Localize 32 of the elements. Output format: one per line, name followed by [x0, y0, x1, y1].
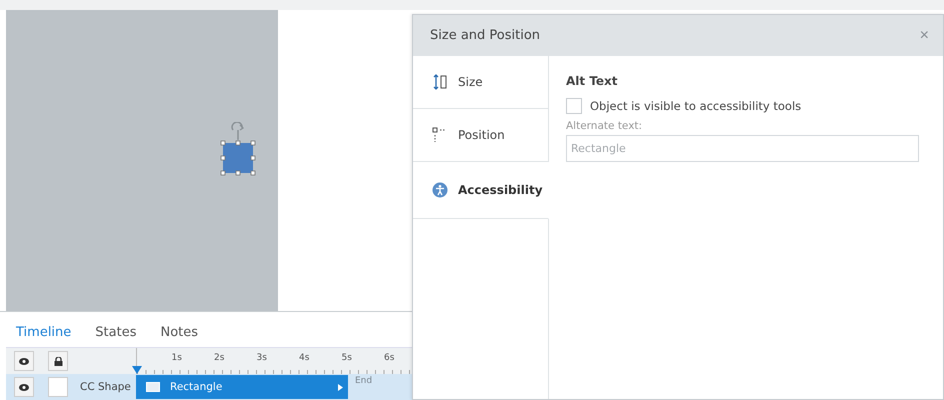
dialog-tab[interactable]: Size	[413, 56, 549, 109]
ruler-label: 6s	[384, 353, 394, 363]
selected-rectangle-shape[interactable]	[220, 122, 256, 176]
panel-tab[interactable]: States	[95, 324, 136, 340]
rectangle-icon	[146, 382, 160, 392]
panel-tab[interactable]: Notes	[160, 324, 198, 340]
dialog-title: Size and Position	[430, 28, 540, 43]
lock-icon	[54, 356, 62, 366]
visibility-toggle[interactable]	[14, 377, 34, 397]
ruler-label: 3s	[256, 353, 267, 363]
field-label: Alternate text:	[566, 120, 644, 132]
eye-icon	[19, 358, 29, 364]
resize-icon	[432, 74, 448, 90]
lock-checkbox[interactable]	[48, 377, 68, 397]
arrow-icon	[338, 384, 343, 390]
checkbox[interactable]	[566, 98, 582, 114]
panel-tab[interactable]: Timeline	[16, 324, 72, 340]
ruler-label: 4s	[299, 353, 310, 363]
layer-name: CC Shape	[79, 380, 132, 395]
dialog-tab[interactable]: Accessibility	[413, 162, 549, 219]
eye-icon	[19, 384, 29, 390]
accessibility-icon	[432, 182, 448, 198]
dialog-tab[interactable]: Position	[413, 109, 549, 162]
ruler-label: 2s	[214, 353, 224, 363]
section-title: Alt Text	[566, 74, 619, 88]
end-marker: End	[355, 376, 372, 386]
visibility-toggle[interactable]	[14, 351, 34, 371]
ruler-label: 5s	[342, 353, 352, 363]
checkbox-label: Object is visible to accessibility tools	[590, 99, 802, 113]
ruler-label: 1s	[172, 353, 182, 363]
lock-toggle[interactable]	[48, 351, 68, 371]
timeline-clip[interactable]: Rectangle	[136, 375, 348, 399]
